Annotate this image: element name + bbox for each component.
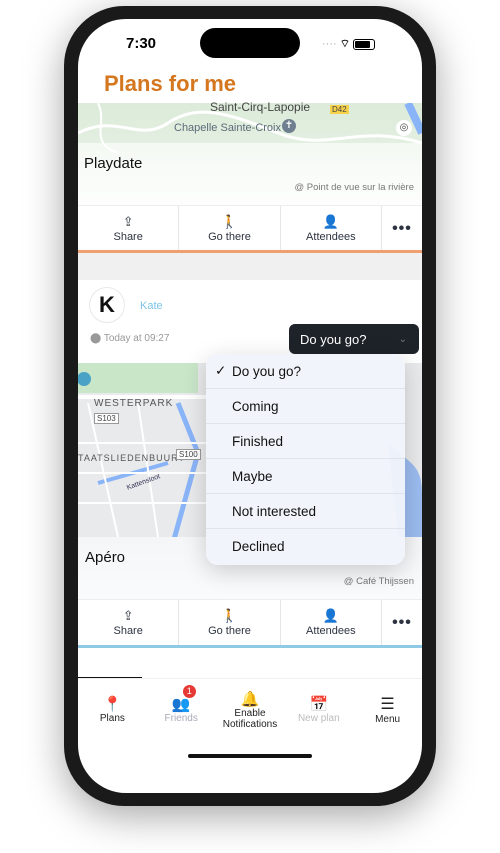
status-time: 7:30 <box>126 35 157 52</box>
rsvp-option[interactable]: Declined <box>206 529 405 564</box>
plan-accent-bar <box>78 645 422 648</box>
signal-icon: ···· <box>322 38 337 50</box>
rsvp-selected: Do you go? <box>300 331 367 347</box>
map-label: TAATSLIEDENBUURT <box>78 453 186 463</box>
share-icon: ⇪ <box>122 608 134 623</box>
bell-icon: 🔔 <box>240 690 260 708</box>
tab-bar: 📍 Plans 👥 Friends 1 🔔 Enable Notifications … <box>78 678 422 740</box>
attendees-label: Attendees <box>306 231 356 243</box>
rsvp-option[interactable]: ✓ Do you go? <box>206 354 405 389</box>
app-screen: 7:30 ···· ⌔ Plans for me Saint-Cirq-Lapo… <box>78 19 422 793</box>
place-attribution: @ Point de vue sur la rivière <box>294 182 414 193</box>
wifi-icon: ⌔ <box>339 38 351 50</box>
rsvp-option[interactable]: Finished <box>206 424 405 459</box>
share-icon: ⇪ <box>122 214 134 229</box>
rsvp-option[interactable]: Maybe <box>206 459 405 494</box>
rsvp-menu: ✓ Do you go? Coming Finished Maybe Not in… <box>206 354 405 565</box>
go-there-label: Go there <box>208 625 251 637</box>
map-playdate[interactable]: Saint-Cirq-Lapopie D42 Chapelle Sainte-C… <box>78 100 422 205</box>
home-indicator <box>188 754 312 758</box>
chevron-down-icon: ⌄ <box>398 333 407 345</box>
rsvp-dropdown[interactable]: Do you go? ⌄ <box>289 324 419 354</box>
plan-time-text: Today at 09:27 <box>103 333 170 344</box>
dynamic-island <box>200 28 300 58</box>
go-there-button[interactable]: 🚶 Go there <box>179 206 281 251</box>
share-label: Share <box>113 625 143 637</box>
tab-label: Menu <box>375 714 401 725</box>
tab-friends[interactable]: 👥 Friends 1 <box>147 679 216 740</box>
add-person-icon: 👤 <box>322 608 339 623</box>
share-label: Share <box>113 231 143 243</box>
plan-title[interactable]: Apéro <box>85 549 125 566</box>
road-label: D42 <box>330 105 349 114</box>
location-pin-icon: ⬤ <box>90 333 102 344</box>
rsvp-option[interactable]: Not interested <box>206 494 405 529</box>
plan-time: ⬤ Today at 09:27 <box>90 333 169 344</box>
road-label: S100 <box>176 449 201 460</box>
go-there-button[interactable]: 🚶 Go there <box>179 600 281 645</box>
tab-label: Friends <box>164 713 198 724</box>
battery-icon <box>353 38 376 50</box>
hamburger-icon: ☰ <box>380 696 395 713</box>
page-title: Plans for me <box>104 71 237 96</box>
plan-title[interactable]: Playdate <box>84 155 142 172</box>
status-icons: ···· ⌔ <box>322 37 376 51</box>
more-button[interactable]: ••• <box>382 206 422 251</box>
road-label: S103 <box>94 413 119 424</box>
tab-label: Plans <box>99 713 125 724</box>
share-button[interactable]: ⇪ Share <box>78 206 180 251</box>
add-person-icon: 👤 <box>322 214 339 229</box>
more-button[interactable]: ••• <box>382 600 422 645</box>
walking-icon: 🚶 <box>221 214 238 229</box>
map-label: Chapelle Sainte-Croix <box>174 122 281 134</box>
map-label: WESTERPARK <box>94 398 174 409</box>
plan-actions: ⇪ Share 🚶 Go there 👤 Attendees ••• <box>78 205 422 251</box>
tab-label: New plan <box>297 713 340 724</box>
rsvp-option[interactable]: Coming <box>206 389 405 424</box>
attendees-label: Attendees <box>306 625 356 637</box>
tab-menu[interactable]: ☰ Menu <box>353 679 422 740</box>
locate-icon[interactable]: ◎ <box>396 120 412 136</box>
place-attribution: @ Café Thijssen <box>343 576 414 587</box>
checkmark-icon: ✓ <box>215 363 227 378</box>
attendees-button[interactable]: 👤 Attendees <box>281 600 382 645</box>
tab-new-plan[interactable]: 📅 New plan <box>284 679 353 740</box>
notification-badge: 1 <box>182 685 196 698</box>
tab-label: Enable Notifications <box>222 707 278 730</box>
plan-actions: ⇪ Share 🚶 Go there 👤 Attendees ••• <box>78 599 422 645</box>
attendees-button[interactable]: 👤 Attendees <box>281 206 382 251</box>
calendar-icon: 📅 <box>309 696 329 713</box>
share-button[interactable]: ⇪ Share <box>78 600 180 645</box>
go-there-label: Go there <box>208 231 251 243</box>
avatar[interactable]: K <box>89 287 125 323</box>
map-overlay <box>78 143 422 205</box>
tab-enable-notifications[interactable]: 🔔 Enable Notifications <box>216 679 285 740</box>
walking-icon: 🚶 <box>221 608 238 623</box>
author-name[interactable]: Kate <box>140 300 163 312</box>
card-separator <box>78 253 422 280</box>
map-label: Saint-Cirq-Lapopie <box>210 100 311 114</box>
tab-plans[interactable]: 📍 Plans <box>78 679 147 740</box>
option-label: Do you go? <box>232 363 302 379</box>
church-icon: ✝ <box>282 119 296 133</box>
map-pin-icon: 📍 <box>103 696 122 713</box>
